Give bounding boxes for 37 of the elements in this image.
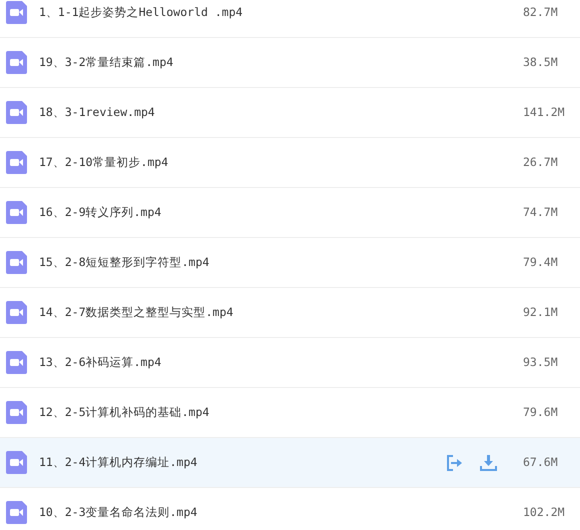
video-icon [6,101,27,124]
file-name: 16、2-9转义序列.mp4 [39,204,162,221]
file-size: 79.4M [523,254,559,271]
file-row[interactable]: 1、1-1起步姿势之Helloworld .mp4 82.7M [0,0,580,38]
file-name: 18、3-1review.mp4 [39,104,155,121]
video-icon [6,501,27,524]
file-name: 15、2-8短短整形到字符型.mp4 [39,254,210,271]
file-size: 74.7M [523,204,559,221]
file-name: 14、2-7数据类型之整型与实型.mp4 [39,304,234,321]
video-icon [6,201,27,224]
file-name: 19、3-2常量结束篇.mp4 [39,54,174,71]
video-icon [6,301,27,324]
download-icon[interactable] [480,454,497,470]
video-icon [6,151,27,174]
file-size: 67.6M [523,454,559,471]
file-size: 79.6M [523,404,559,421]
file-size: 82.7M [523,4,559,21]
video-icon [6,401,27,424]
file-name: 12、2-5计算机补码的基础.mp4 [39,404,210,421]
video-icon [6,1,27,24]
file-size: 93.5M [523,354,559,371]
file-row[interactable]: 11、2-4计算机内存编址.mp4 67.6M [0,438,580,488]
video-icon [6,51,27,74]
file-name: 10、2-3变量名命名法则.mp4 [39,504,198,521]
file-size: 92.1M [523,304,559,321]
video-icon [6,251,27,274]
export-icon[interactable] [447,454,463,470]
file-name: 17、2-10常量初步.mp4 [39,154,168,171]
file-name: 1、1-1起步姿势之Helloworld .mp4 [39,4,243,21]
video-icon [6,351,27,374]
video-icon [6,451,27,474]
file-name: 11、2-4计算机内存编址.mp4 [39,454,198,471]
file-size: 38.5M [523,54,559,71]
file-name: 13、2-6补码运算.mp4 [39,354,162,371]
file-size: 26.7M [523,154,559,171]
file-size: 102.2M [523,504,566,521]
file-size: 141.2M [523,104,566,121]
